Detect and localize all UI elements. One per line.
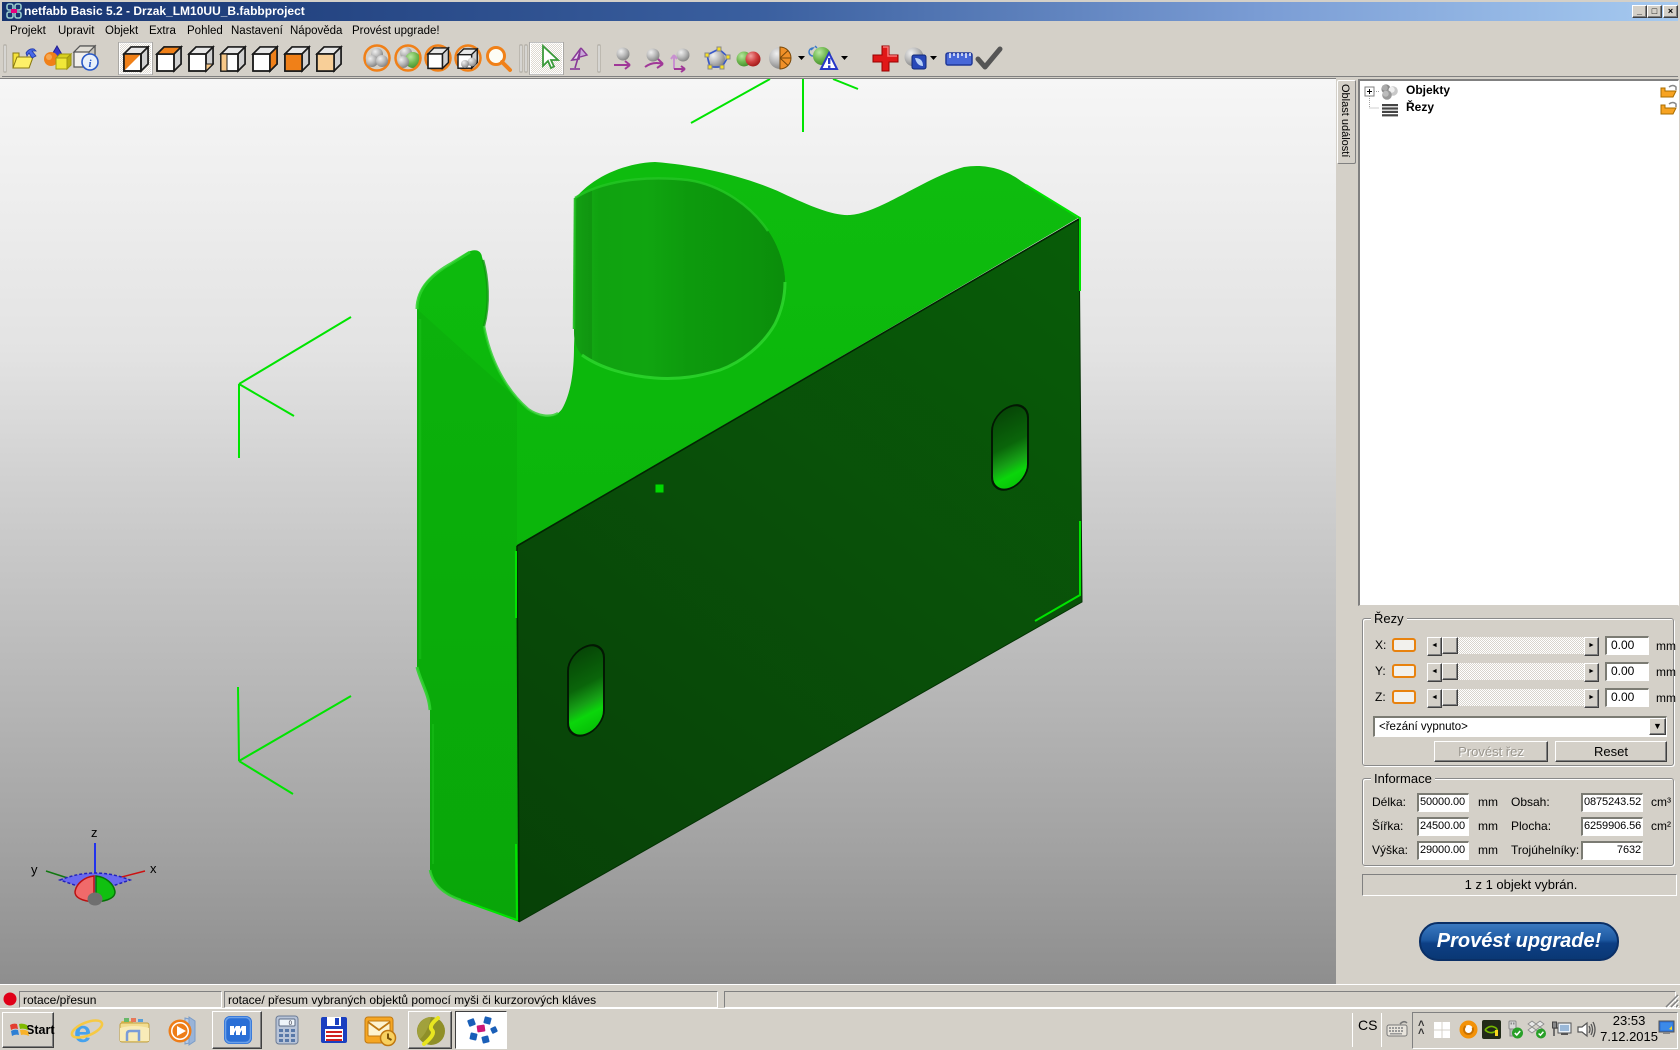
svg-text:x: x	[150, 861, 157, 876]
svg-text:y: y	[31, 862, 38, 877]
svg-text:z: z	[91, 825, 98, 840]
svg-text:e: e	[74, 1014, 91, 1048]
